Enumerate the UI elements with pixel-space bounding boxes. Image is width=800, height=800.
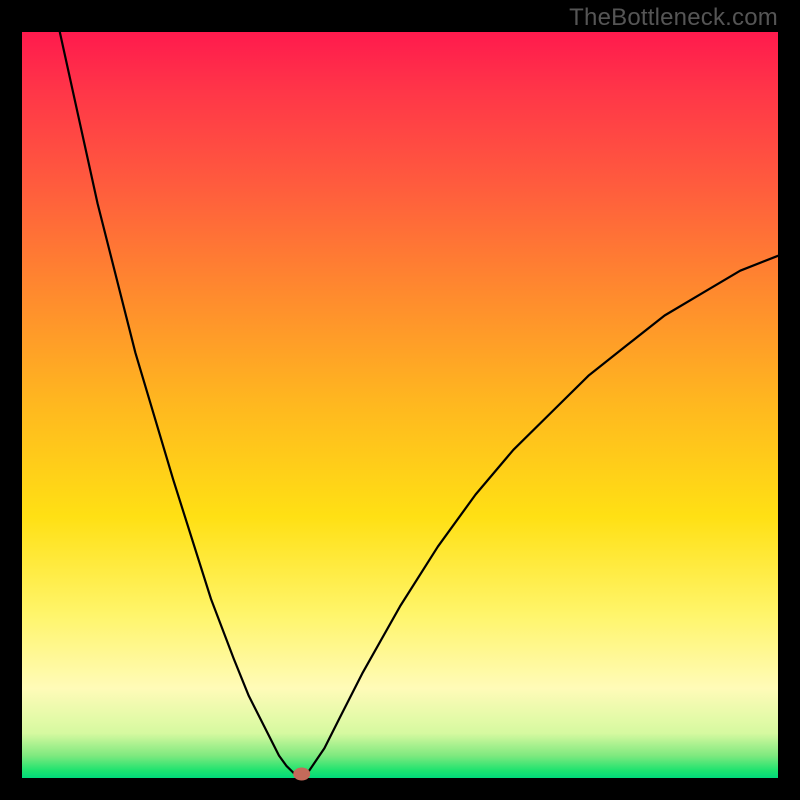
plot-area <box>22 32 778 778</box>
chart-frame: TheBottleneck.com <box>0 0 800 800</box>
curve-left-branch <box>60 32 302 778</box>
watermark-text: TheBottleneck.com <box>569 4 778 32</box>
curve-right-branch <box>302 256 778 778</box>
minimum-marker <box>294 768 310 780</box>
bottleneck-curve <box>22 32 778 778</box>
